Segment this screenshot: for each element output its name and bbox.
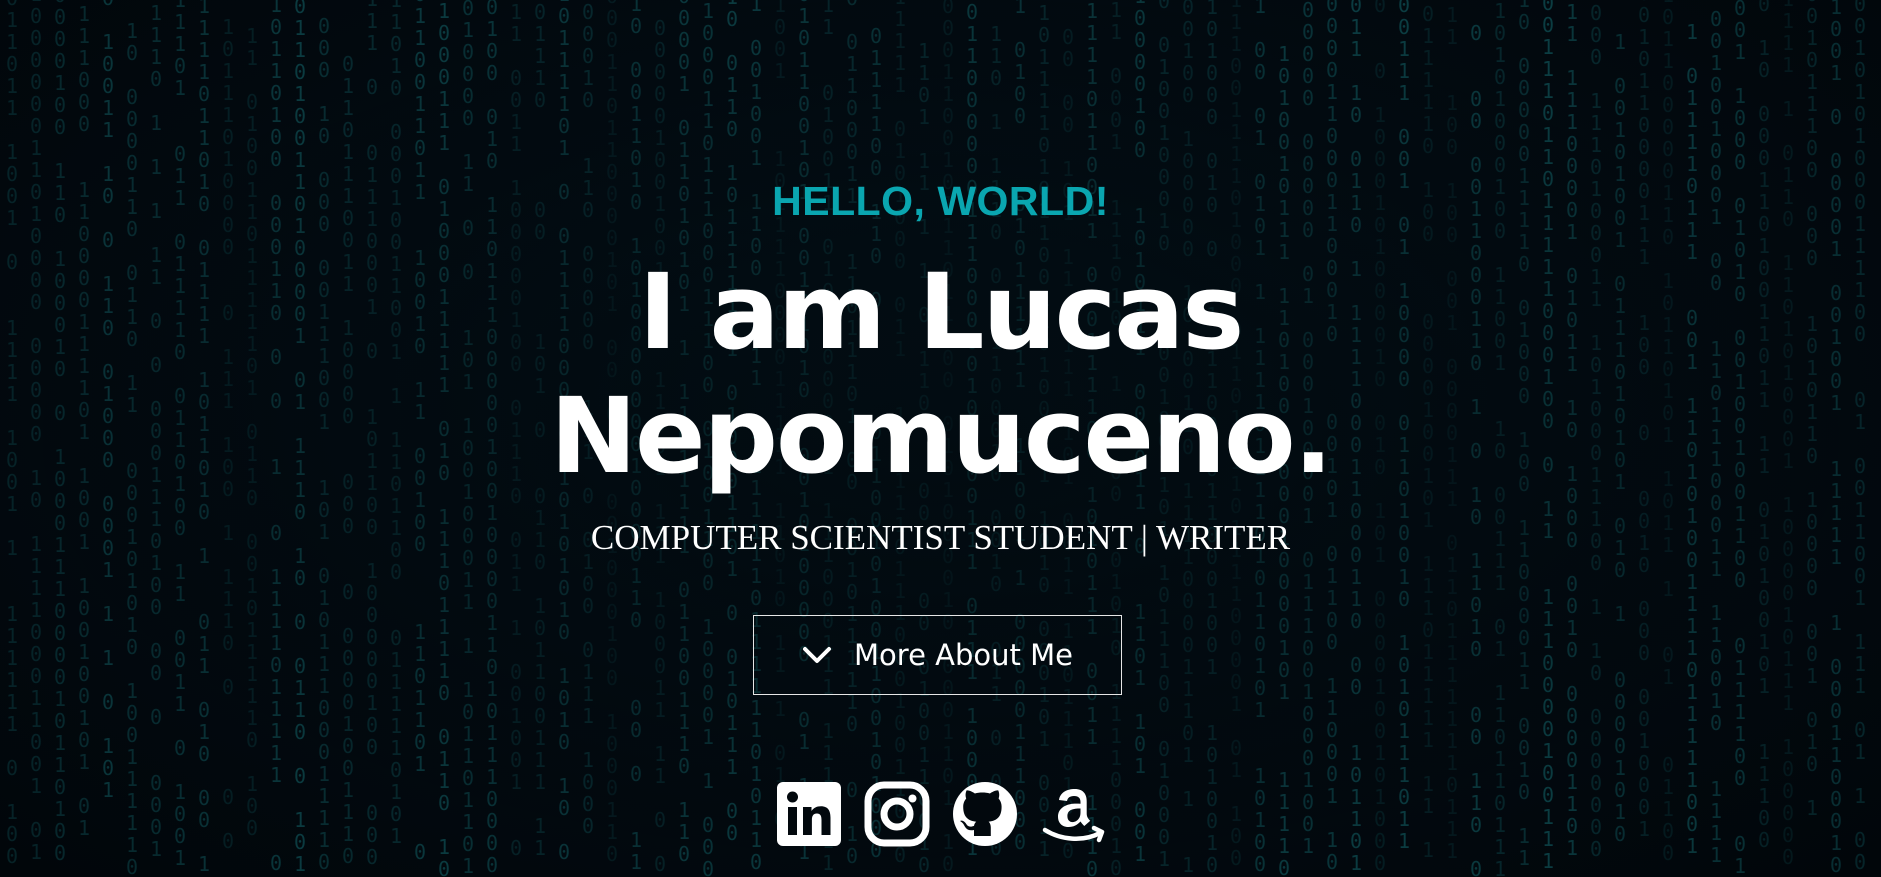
social-links	[0, 780, 1881, 848]
github-link[interactable]	[952, 780, 1018, 848]
amazon-link[interactable]	[1040, 780, 1106, 848]
hero-name: I am Lucas Nepomuceno.	[0, 250, 1881, 498]
hero-name-line-1: I am Lucas	[638, 251, 1245, 373]
linkedin-icon	[776, 782, 841, 846]
more-about-me-label: More About Me	[854, 638, 1073, 672]
more-about-me-button[interactable]: More About Me	[753, 615, 1122, 695]
amazon-icon	[1042, 789, 1104, 843]
hero-greeting: HELLO, WORLD!	[772, 178, 1109, 224]
instagram-link[interactable]	[864, 780, 930, 848]
chevron-down-icon	[802, 645, 832, 665]
instagram-icon	[864, 781, 929, 847]
linkedin-link[interactable]	[776, 780, 842, 848]
hero-name-line-2: Nepomuceno.	[549, 375, 1333, 497]
hero-section: 0 1 1 0 1 1 1 0 0 1 0 1 1 1 1 1 0 0 1 1 …	[0, 0, 1881, 877]
github-icon	[952, 782, 1017, 846]
hero-subtitle: COMPUTER SCIENTIST STUDENT | WRITER	[590, 518, 1291, 557]
hero-content: HELLO, WORLD! I am Lucas Nepomuceno. COM…	[0, 0, 1881, 877]
